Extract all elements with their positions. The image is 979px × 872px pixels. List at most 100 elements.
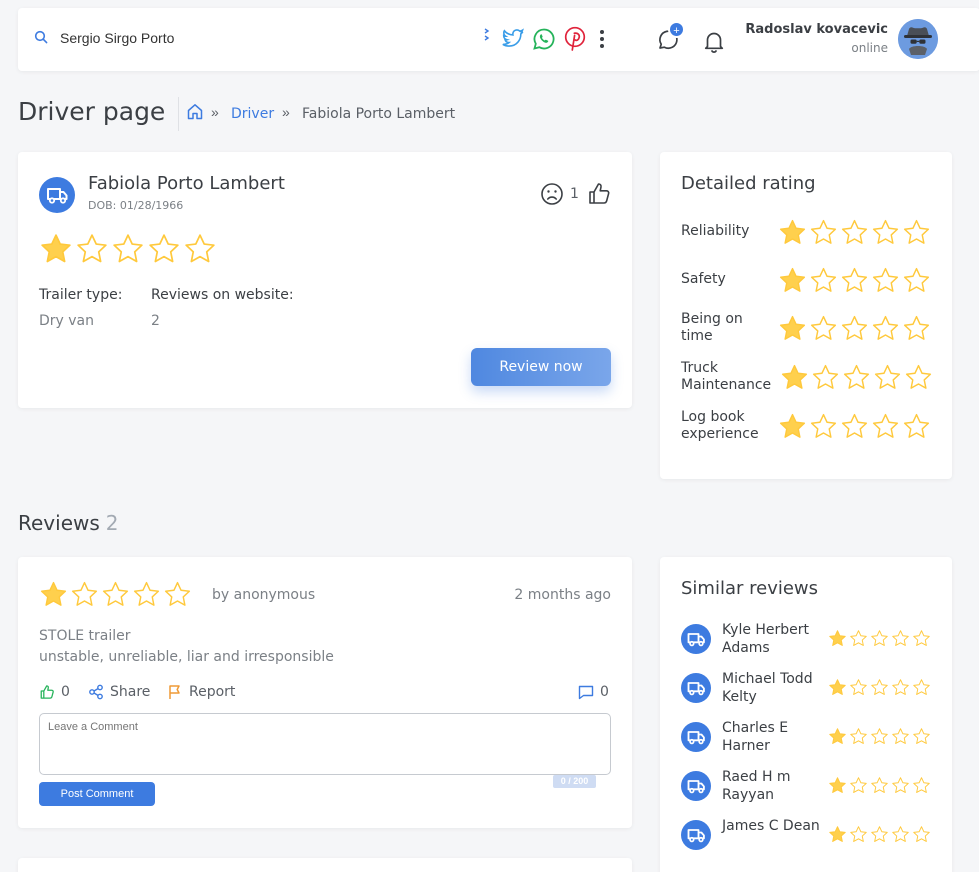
star-empty-icon bbox=[71, 581, 98, 606]
star-filled-icon bbox=[779, 219, 806, 244]
pinterest-icon[interactable] bbox=[563, 26, 587, 52]
star-empty-icon bbox=[903, 267, 930, 292]
star-empty-icon bbox=[810, 315, 837, 340]
comment-icon bbox=[578, 685, 594, 699]
star-empty-icon bbox=[850, 728, 867, 744]
detailed-rating-card: Detailed rating Reliability Safety Being… bbox=[660, 152, 952, 479]
star-empty-icon bbox=[841, 413, 868, 438]
review-time: 2 months ago bbox=[514, 587, 611, 603]
log-book-stars bbox=[778, 412, 931, 441]
star-empty-icon bbox=[913, 777, 930, 793]
similar-star-rating bbox=[828, 678, 931, 697]
star-empty-icon bbox=[841, 219, 868, 244]
reviews-heading: Reviews 2 bbox=[18, 511, 119, 535]
star-empty-icon bbox=[810, 413, 837, 438]
safety-stars bbox=[778, 266, 931, 295]
comments-button[interactable]: 0 bbox=[578, 684, 609, 700]
star-empty-icon bbox=[810, 267, 837, 292]
star-empty-icon bbox=[892, 630, 909, 646]
star-empty-icon bbox=[874, 364, 901, 389]
similar-reviews-title: Similar reviews bbox=[681, 578, 819, 599]
similar-driver-name[interactable]: James C Dean bbox=[722, 817, 822, 835]
similar-star-rating bbox=[828, 727, 931, 746]
star-empty-icon bbox=[903, 413, 930, 438]
star-empty-icon bbox=[872, 315, 899, 340]
thumbs-up-icon[interactable] bbox=[587, 181, 611, 211]
reviews-on-website-label: Reviews on website: bbox=[151, 287, 294, 303]
star-empty-icon bbox=[149, 234, 179, 263]
avatar[interactable] bbox=[898, 19, 938, 59]
star-filled-icon bbox=[779, 267, 806, 292]
page-title: Driver page bbox=[18, 97, 166, 126]
similar-driver-name[interactable]: Raed H m Rayyan bbox=[722, 768, 822, 804]
star-empty-icon bbox=[77, 234, 107, 263]
whatsapp-icon[interactable] bbox=[532, 27, 556, 53]
sad-face-icon[interactable] bbox=[540, 182, 564, 211]
breadcrumb-chevron-icon: » bbox=[211, 104, 219, 120]
review-now-button[interactable]: Review now bbox=[471, 348, 611, 386]
star-empty-icon bbox=[850, 826, 867, 842]
similar-review-item[interactable]: Michael Todd Kelty bbox=[660, 670, 952, 712]
star-empty-icon bbox=[913, 826, 930, 842]
star-filled-icon bbox=[40, 581, 67, 606]
search-input[interactable] bbox=[60, 30, 360, 46]
star-empty-icon bbox=[841, 315, 868, 340]
reviews-title: Reviews bbox=[18, 511, 100, 535]
comment-count: 0 bbox=[600, 684, 609, 700]
similar-driver-name[interactable]: Michael Todd Kelty bbox=[722, 670, 822, 706]
share-button[interactable]: Share bbox=[88, 684, 150, 700]
share-icon bbox=[89, 684, 103, 700]
review-author: by anonymous bbox=[212, 587, 316, 603]
breadcrumb-divider bbox=[178, 97, 179, 131]
report-label: Report bbox=[189, 684, 236, 700]
home-icon[interactable] bbox=[187, 103, 203, 125]
rating-label-log-book: Log book experience bbox=[681, 409, 759, 442]
similar-reviews-card: Similar reviews Kyle Herbert Adams Michae… bbox=[660, 557, 952, 872]
star-filled-icon bbox=[829, 728, 846, 744]
star-empty-icon bbox=[903, 219, 930, 244]
like-button[interactable]: 0 bbox=[39, 684, 70, 700]
more-vertical-icon[interactable] bbox=[598, 28, 606, 55]
flag-icon bbox=[169, 685, 180, 699]
review-star-rating bbox=[39, 580, 192, 609]
star-filled-icon bbox=[829, 826, 846, 842]
share-label: Share bbox=[110, 684, 151, 700]
similar-review-item[interactable]: Charles E Harner bbox=[660, 719, 952, 761]
similar-review-item[interactable]: Kyle Herbert Adams bbox=[660, 621, 952, 663]
reviews-on-website-value: 2 bbox=[151, 313, 160, 329]
star-empty-icon bbox=[872, 413, 899, 438]
similar-driver-name[interactable]: Kyle Herbert Adams bbox=[722, 621, 822, 657]
breadcrumb-driver-link[interactable]: Driver bbox=[231, 106, 274, 122]
similar-star-rating bbox=[828, 629, 931, 648]
rating-label-on-time: Being on time bbox=[681, 311, 743, 344]
star-filled-icon bbox=[829, 777, 846, 793]
star-empty-icon bbox=[892, 826, 909, 842]
similar-review-item[interactable]: Raed H m Rayyan bbox=[660, 768, 952, 810]
star-filled-icon bbox=[41, 234, 71, 263]
star-empty-icon bbox=[164, 581, 191, 606]
truck-icon bbox=[681, 624, 711, 654]
trailer-type-value: Dry van bbox=[39, 313, 95, 329]
telegram-icon[interactable] bbox=[484, 26, 490, 52]
breadcrumb-current: Fabiola Porto Lambert bbox=[302, 106, 456, 122]
star-empty-icon bbox=[892, 777, 909, 793]
user-name[interactable]: Radoslav kovacevic bbox=[745, 22, 888, 37]
similar-driver-name[interactable]: Charles E Harner bbox=[722, 719, 822, 755]
star-filled-icon bbox=[779, 315, 806, 340]
comment-input[interactable] bbox=[39, 713, 611, 775]
truck-maintenance-stars bbox=[780, 363, 933, 392]
post-comment-button[interactable]: Post Comment bbox=[39, 782, 155, 806]
star-empty-icon bbox=[871, 630, 888, 646]
driver-name: Fabiola Porto Lambert bbox=[88, 173, 285, 194]
reviews-count: 2 bbox=[105, 511, 119, 535]
report-button[interactable]: Report bbox=[167, 684, 235, 700]
star-empty-icon bbox=[850, 630, 867, 646]
comment-char-counter: 0 / 200 bbox=[553, 775, 596, 788]
star-empty-icon bbox=[903, 315, 930, 340]
bell-icon[interactable] bbox=[703, 29, 725, 58]
top-bar: + Radoslav kovacevic online bbox=[18, 8, 979, 71]
similar-review-item[interactable]: James C Dean bbox=[660, 817, 952, 859]
star-empty-icon bbox=[102, 581, 129, 606]
rating-label-truck-maintenance: Truck Maintenance bbox=[681, 360, 772, 393]
twitter-icon[interactable] bbox=[500, 26, 526, 52]
